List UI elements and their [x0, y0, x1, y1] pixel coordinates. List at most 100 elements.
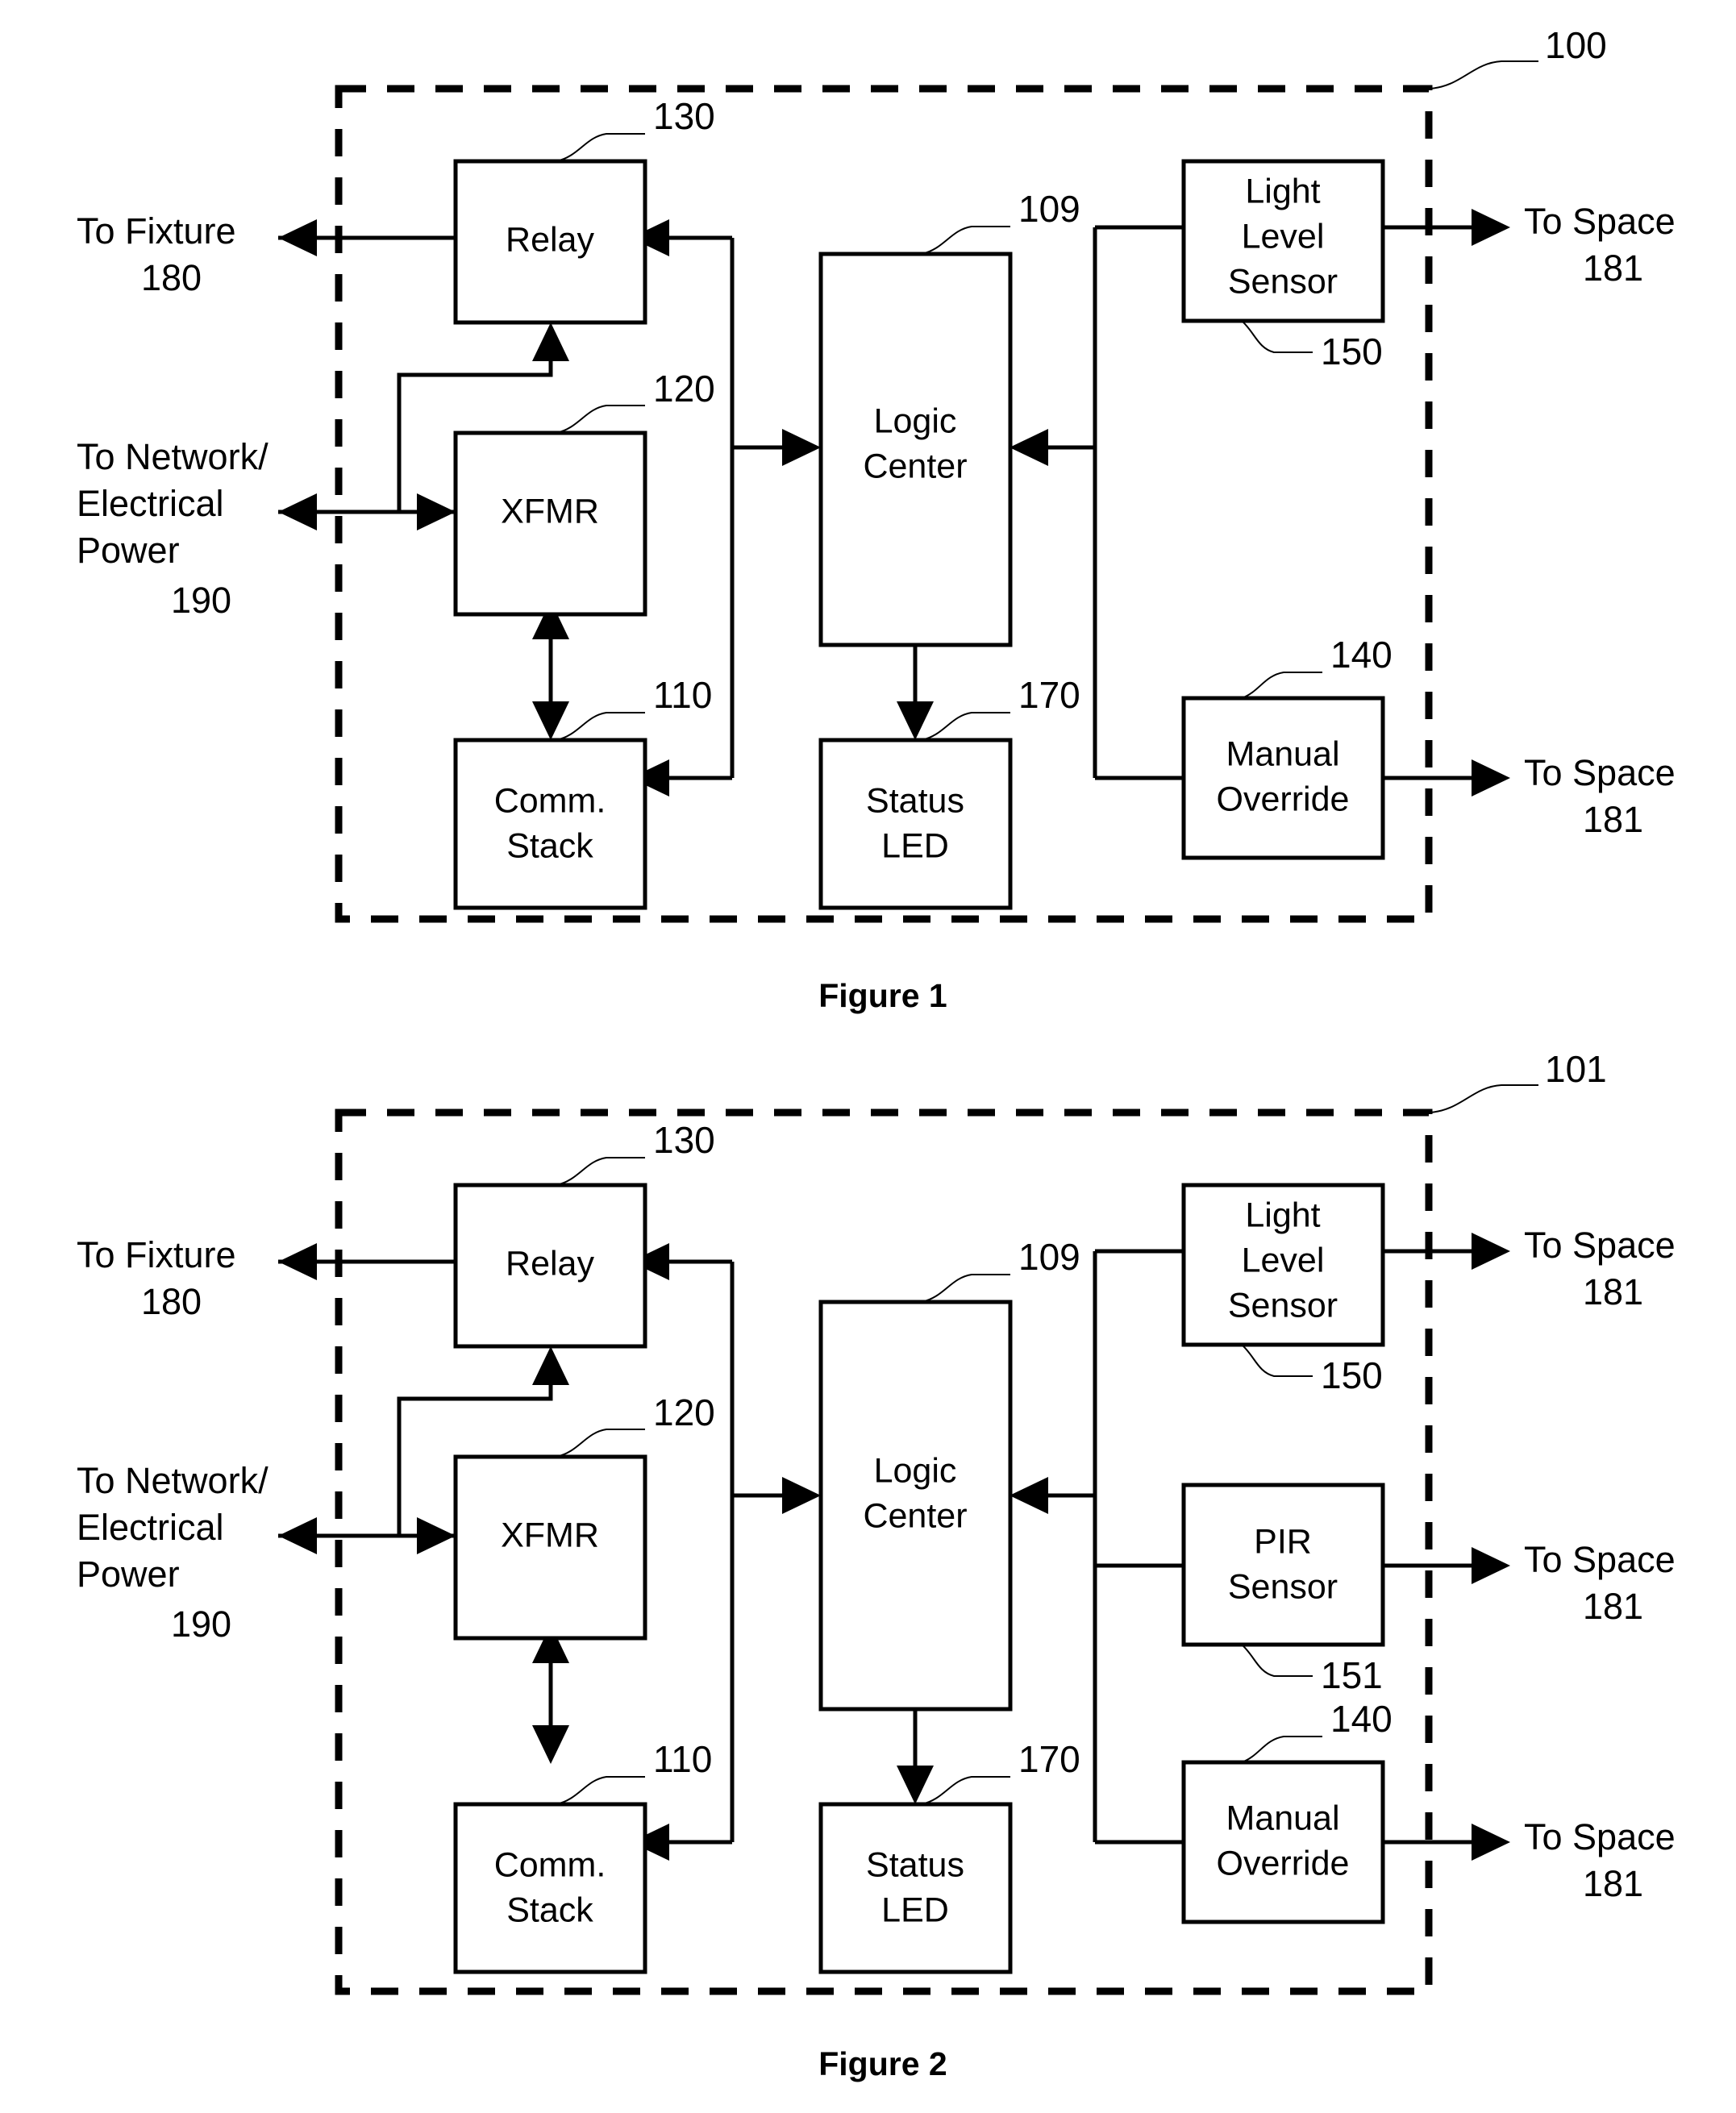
status-led-box[interactable]: [818, 1802, 1013, 1974]
status-led-label-line2: LED: [881, 826, 949, 865]
arrowhead-manual-override-to-space: [1472, 759, 1510, 797]
ref-number-101: 101: [1545, 1048, 1607, 1090]
leader-line-151: [1241, 1644, 1313, 1677]
arrowhead-into-logic-right: [1010, 429, 1048, 466]
ref-number-120: 120: [653, 1391, 715, 1433]
port-to-fixture-line2: 180: [141, 257, 202, 298]
port-power-line2: Electrical: [77, 1507, 224, 1548]
manual-override-label-line1: Manual: [1226, 734, 1339, 773]
leader-line-109: [921, 1274, 1010, 1303]
arrowhead-into-comm-stack: [532, 1725, 569, 1764]
block-logic-center[interactable]: Logic Center: [818, 252, 1013, 647]
arrowhead-into-status-led: [897, 1766, 934, 1804]
relay-label: Relay: [506, 1244, 594, 1283]
arrowhead-to-fixture: [278, 1243, 317, 1280]
block-light-level-sensor[interactable]: Light Level Sensor: [1181, 1183, 1385, 1347]
block-relay[interactable]: Relay: [453, 1183, 647, 1349]
block-comm-stack[interactable]: Comm. Stack: [453, 1802, 647, 1974]
port-to-space-bottom: To Space 181: [1524, 1816, 1676, 1904]
port-power-line4: 190: [171, 1603, 231, 1645]
ref-number-140: 140: [1330, 1698, 1393, 1740]
port-space-top-line1: To Space: [1524, 201, 1676, 242]
port-to-fixture: To Fixture 180: [77, 1234, 236, 1322]
block-manual-override[interactable]: Manual Override: [1181, 696, 1385, 860]
ref-number-120: 120: [653, 368, 715, 410]
ref-number-100: 100: [1545, 24, 1607, 66]
manual-override-box[interactable]: [1181, 696, 1385, 860]
port-space-bottom-line2: 181: [1583, 1863, 1643, 1904]
comm-stack-label-line1: Comm.: [494, 1845, 606, 1884]
figure-1-diagram: 100 Relay 130 XFMR 120 Comm. Stack 110 L…: [77, 24, 1676, 1014]
arrowhead-light-sensor-to-space: [1472, 209, 1510, 246]
figure-1-sheet: 100 Relay 130 XFMR 120 Comm. Stack 110 L…: [0, 0, 1736, 1048]
port-to-network-power: To Network/ Electrical Power 190: [77, 436, 269, 621]
arrowhead-into-status-led: [897, 701, 934, 740]
figure-2-diagram: 101 Relay 130 XFMR 120 Comm. Stack 110 L…: [77, 1048, 1676, 2082]
port-to-fixture-line1: To Fixture: [77, 1234, 236, 1275]
pir-sensor-label-line2: Sensor: [1228, 1567, 1338, 1606]
port-space-bottom-line1: To Space: [1524, 1816, 1676, 1857]
leader-line-150: [1241, 320, 1313, 353]
light-level-sensor-label-line3: Sensor: [1228, 1286, 1338, 1325]
leader-line-109: [921, 226, 1010, 255]
pir-sensor-box[interactable]: [1181, 1483, 1385, 1647]
block-logic-center[interactable]: Logic Center: [818, 1300, 1013, 1712]
status-led-label-line1: Status: [866, 781, 964, 820]
manual-override-label-line2: Override: [1217, 780, 1350, 818]
arrowhead-pir-sensor-to-space: [1472, 1547, 1510, 1584]
port-to-space-middle: To Space 181: [1524, 1539, 1676, 1627]
leader-line-140: [1241, 1736, 1322, 1763]
block-manual-override[interactable]: Manual Override: [1181, 1760, 1385, 1924]
arrowhead-into-logic-left: [782, 1477, 821, 1514]
port-space-bottom-line2: 181: [1583, 799, 1643, 840]
logic-center-label-line2: Center: [863, 447, 967, 485]
block-status-led[interactable]: Status LED: [818, 1802, 1013, 1974]
comm-stack-label-line2: Stack: [506, 826, 593, 865]
pir-sensor-label-line1: PIR: [1254, 1522, 1312, 1561]
block-xfmr[interactable]: XFMR: [453, 431, 647, 617]
leader-line-170: [921, 712, 1010, 741]
light-level-sensor-label-line1: Light: [1245, 172, 1320, 210]
ref-number-130: 130: [653, 1119, 715, 1161]
xfmr-label: XFMR: [501, 1516, 599, 1554]
comm-stack-box[interactable]: [453, 1802, 647, 1974]
manual-override-box[interactable]: [1181, 1760, 1385, 1924]
ref-number-170: 170: [1018, 674, 1080, 716]
port-power-line1: To Network/: [77, 436, 269, 477]
port-power-line4: 190: [171, 580, 231, 621]
block-light-level-sensor[interactable]: Light Level Sensor: [1181, 159, 1385, 323]
arrowhead-into-logic-right: [1010, 1477, 1048, 1514]
leader-line-100: [1428, 60, 1538, 89]
arrowhead-power-into-relay: [532, 1346, 569, 1385]
light-level-sensor-label-line1: Light: [1245, 1196, 1320, 1234]
ref-number-170: 170: [1018, 1738, 1080, 1780]
arrowhead-power-into-relay: [532, 322, 569, 361]
block-xfmr[interactable]: XFMR: [453, 1454, 647, 1641]
comm-stack-box[interactable]: [453, 738, 647, 910]
block-status-led[interactable]: Status LED: [818, 738, 1013, 910]
status-led-label-line2: LED: [881, 1890, 949, 1929]
ref-number-110: 110: [653, 674, 712, 716]
arrowhead-power-in-xfmr: [417, 493, 456, 530]
status-led-box[interactable]: [818, 738, 1013, 910]
block-relay[interactable]: Relay: [453, 159, 647, 325]
arrowhead-manual-override-to-space: [1472, 1824, 1510, 1861]
relay-label: Relay: [506, 220, 594, 259]
leader-line-170: [921, 1776, 1010, 1805]
block-pir-sensor[interactable]: PIR Sensor: [1181, 1483, 1385, 1647]
leader-line-150: [1241, 1344, 1313, 1377]
leader-line-120: [556, 1429, 645, 1458]
ref-number-150: 150: [1321, 331, 1383, 372]
port-space-top-line1: To Space: [1524, 1225, 1676, 1266]
comm-stack-label-line2: Stack: [506, 1890, 593, 1929]
arrowhead-to-fixture: [278, 219, 317, 256]
leader-line-140: [1241, 672, 1322, 699]
manual-override-label-line2: Override: [1217, 1844, 1350, 1882]
port-space-middle-line2: 181: [1583, 1586, 1643, 1627]
port-to-space-bottom: To Space 181: [1524, 752, 1676, 840]
figure-2-caption: Figure 2: [818, 2045, 947, 2082]
comm-stack-label-line1: Comm.: [494, 781, 606, 820]
arrowhead-into-logic-left: [782, 429, 821, 466]
port-space-top-line2: 181: [1583, 1271, 1643, 1312]
block-comm-stack[interactable]: Comm. Stack: [453, 738, 647, 910]
